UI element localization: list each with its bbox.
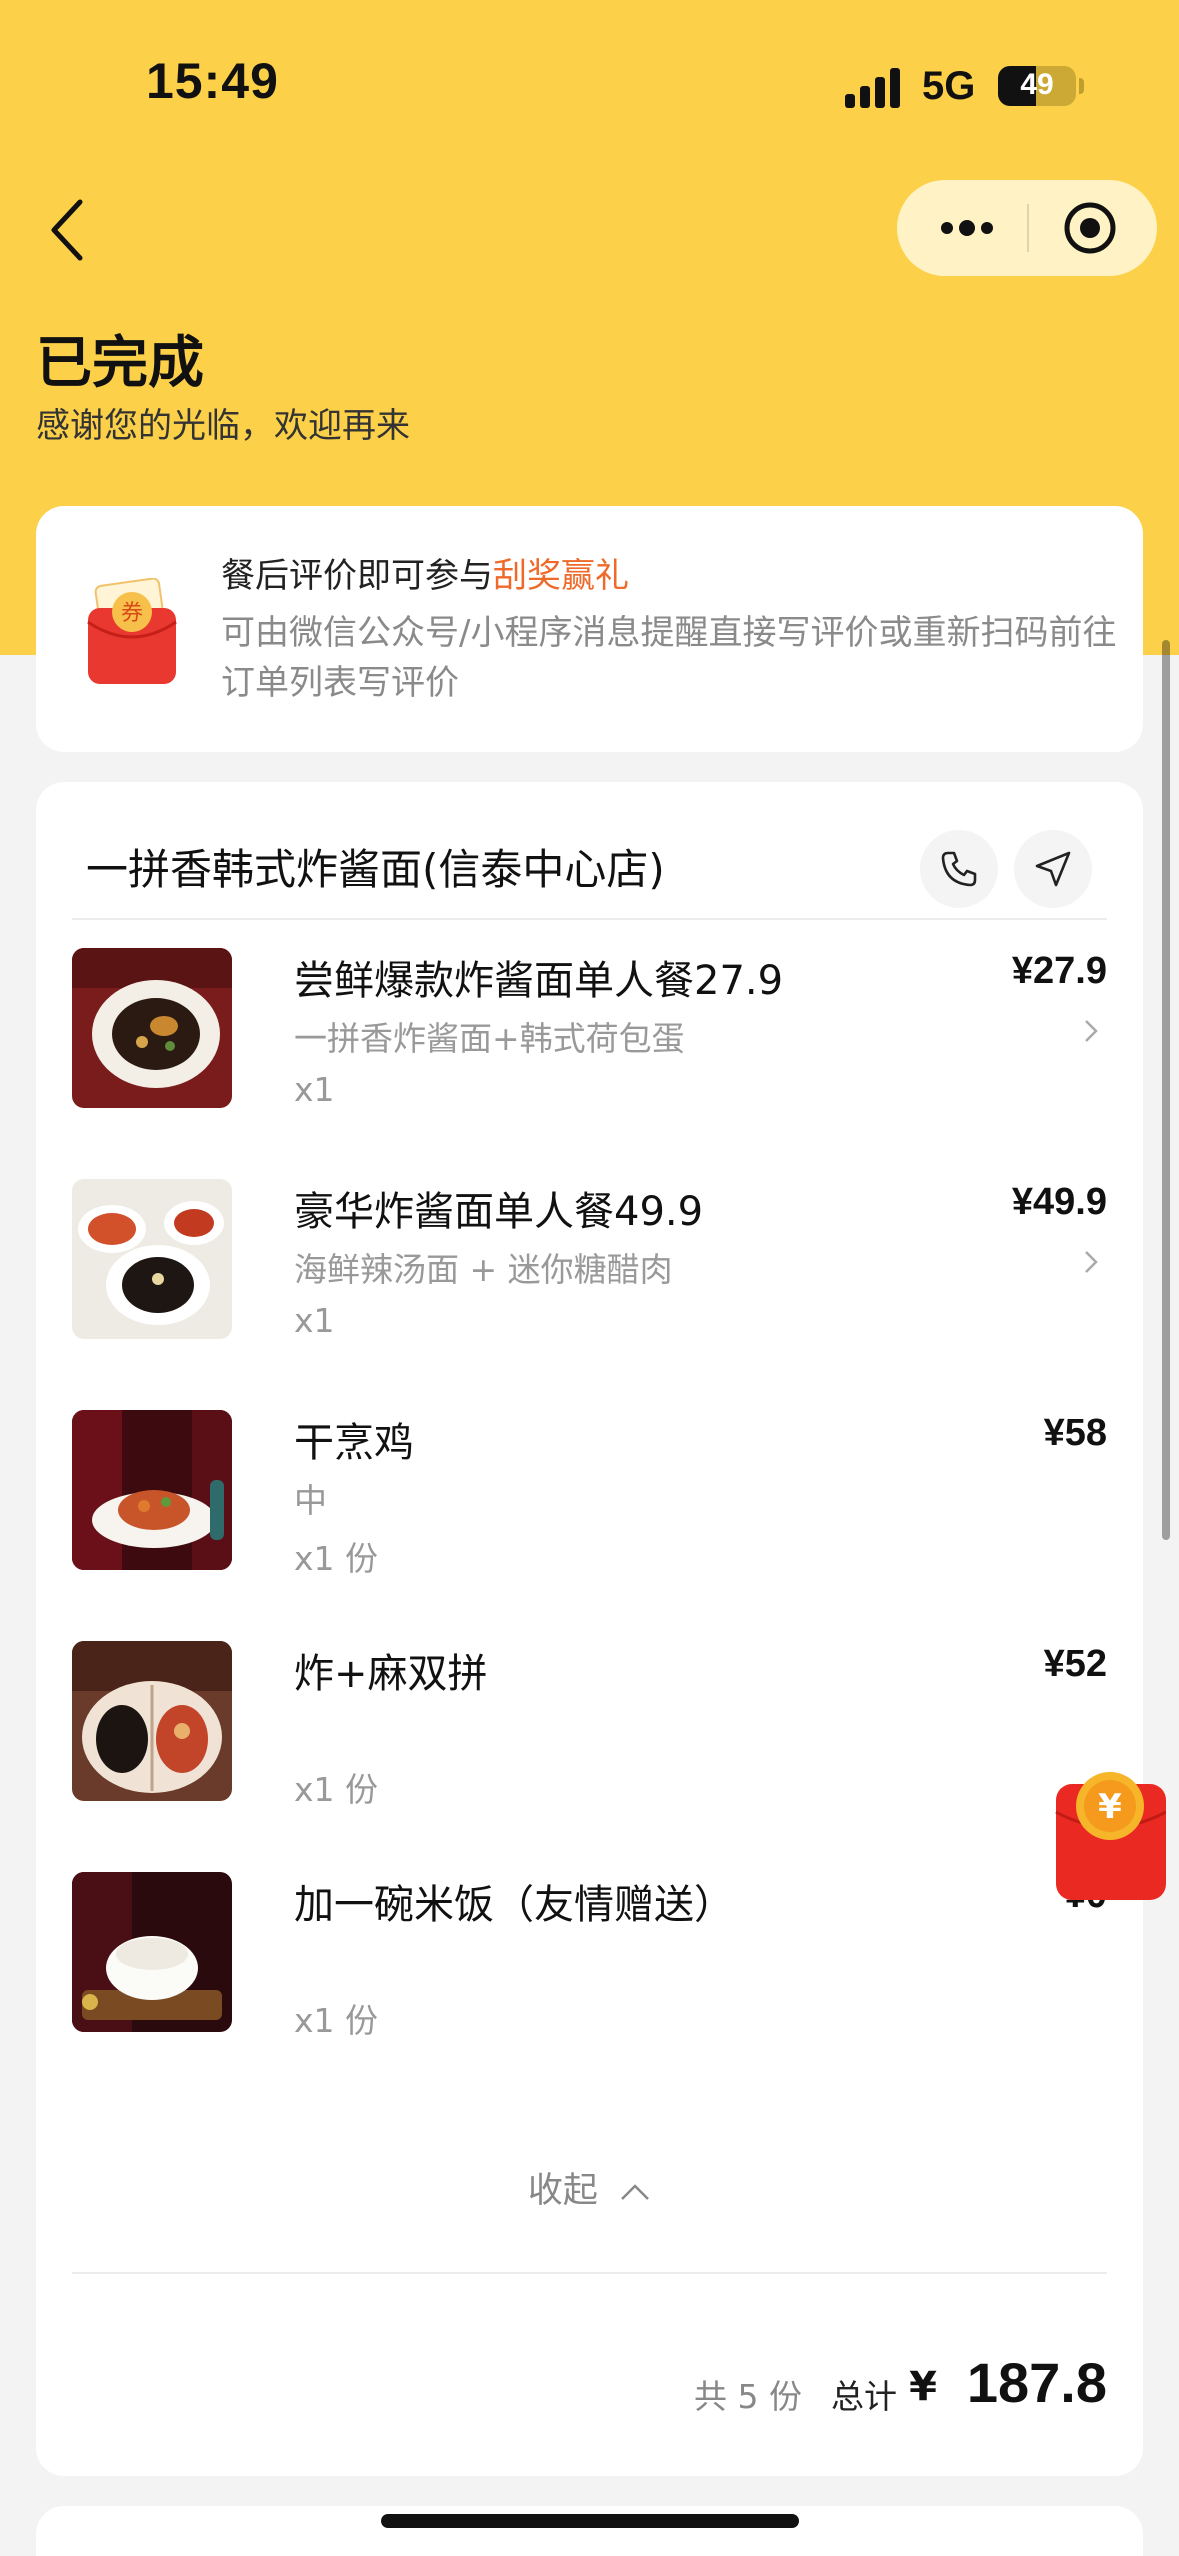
order-detail-card: 一拼香韩式炸酱面(信泰中心店) 尝鲜爆款炸酱面单人餐27.9 一拼香炸酱面+韩式… [36, 782, 1143, 2476]
chevron-right-icon [1085, 1251, 1098, 1273]
total-label: 总计 [831, 2377, 897, 2416]
collapse-label: 收起 [527, 2171, 598, 2211]
dish-image [72, 1410, 232, 1570]
svg-text:券: 券 [121, 601, 143, 626]
item-spec: 中 [294, 1481, 327, 1520]
item-quantity: x1 [294, 1070, 335, 1109]
coupon-redpacket-icon: 券 [84, 577, 180, 688]
item-quantity: x1 [294, 1301, 335, 1340]
item-spec: 一拼香炸酱面+韩式荷包蛋 [294, 1019, 685, 1058]
item-quantity: x1 份 [294, 1770, 379, 1809]
item-price: ¥58 [1043, 1412, 1107, 1454]
divider [72, 918, 1107, 920]
phone-icon [941, 851, 977, 887]
collapse-button[interactable]: 收起 [36, 2162, 1143, 2213]
total-currency: ¥ [909, 2364, 937, 2410]
close-miniprogram-icon[interactable] [1062, 200, 1118, 256]
status-time: 15:49 [146, 53, 279, 109]
total-count: 共 5 份 [694, 2377, 802, 2416]
item-price: ¥52 [1043, 1643, 1107, 1685]
order-item[interactable]: 加一碗米饭（友情赠送） x1 份 ¥0 [72, 1872, 1107, 2052]
order-item[interactable]: 炸+麻双拼 x1 份 ¥52 [72, 1641, 1107, 1821]
item-quantity: x1 份 [294, 2001, 379, 2040]
item-quantity: x1 份 [294, 1539, 379, 1578]
promo-title-highlight[interactable]: 刮奖赢礼 [493, 556, 629, 596]
review-promo-card[interactable]: 券 餐后评价即可参与刮奖赢礼 可由微信公众号/小程序消息提醒直接写评价或重新扫码… [36, 506, 1143, 752]
store-name[interactable]: 一拼香韩式炸酱面(信泰中心店) [86, 836, 665, 897]
chevron-up-icon [621, 2184, 649, 2200]
network-type: 5G [922, 64, 976, 108]
battery-level: 49 [1020, 68, 1054, 101]
dish-image [72, 1641, 232, 1801]
item-spec: 海鲜辣汤面 + 迷你糖醋肉 [294, 1250, 673, 1289]
dish-image [72, 1872, 232, 2032]
scrollbar[interactable] [1162, 640, 1170, 1540]
dish-image [72, 948, 232, 1108]
promo-description: 可由微信公众号/小程序消息提醒直接写评价或重新扫码前往订单列表写评价 [221, 613, 1117, 703]
order-item[interactable]: 豪华炸酱面单人餐49.9 海鲜辣汤面 + 迷你糖醋肉 x1 ¥49.9 [72, 1179, 1107, 1359]
promo-title: 餐后评价即可参与刮奖赢礼 [221, 548, 629, 597]
navigate-store-button[interactable] [1014, 830, 1092, 908]
item-name: 干烹鸡 [294, 1420, 414, 1466]
miniprogram-capsule [897, 180, 1157, 276]
dish-image [72, 1179, 232, 1339]
navigation-arrow-icon [1035, 851, 1071, 887]
order-item[interactable]: 尝鲜爆款炸酱面单人餐27.9 一拼香炸酱面+韩式荷包蛋 x1 ¥27.9 [72, 948, 1107, 1128]
svg-text:¥: ¥ [1098, 1787, 1122, 1827]
capsule-divider [1027, 204, 1029, 252]
floating-redpacket-icon[interactable]: ¥ [1054, 1762, 1167, 1902]
divider [72, 2272, 1107, 2274]
call-store-button[interactable] [920, 830, 998, 908]
item-name: 尝鲜爆款炸酱面单人餐27.9 [294, 958, 784, 1004]
cellular-signal-icon [845, 66, 905, 108]
item-name: 加一碗米饭（友情赠送） [294, 1882, 734, 1928]
promo-title-prefix: 餐后评价即可参与 [221, 556, 493, 596]
item-name: 豪华炸酱面单人餐49.9 [294, 1189, 704, 1235]
battery-icon: 49 [998, 66, 1076, 106]
chevron-left-icon [51, 199, 83, 261]
order-item[interactable]: 干烹鸡 中 x1 份 ¥58 [72, 1410, 1107, 1590]
item-price: ¥49.9 [1011, 1181, 1107, 1223]
battery-tip [1079, 78, 1084, 94]
back-button[interactable] [40, 190, 100, 270]
item-name: 炸+麻双拼 [294, 1651, 488, 1697]
status-bar: 15:49 5G 49 [0, 0, 1179, 160]
order-status-title: 已完成 [36, 331, 204, 396]
order-status-subtitle: 感谢您的光临，欢迎再来 [36, 406, 410, 446]
total-amount: 187.8 [966, 2351, 1107, 2414]
home-indicator[interactable] [381, 2514, 799, 2528]
chevron-right-icon [1085, 1020, 1098, 1042]
more-options-icon[interactable] [937, 210, 997, 246]
item-price: ¥27.9 [1011, 950, 1107, 992]
